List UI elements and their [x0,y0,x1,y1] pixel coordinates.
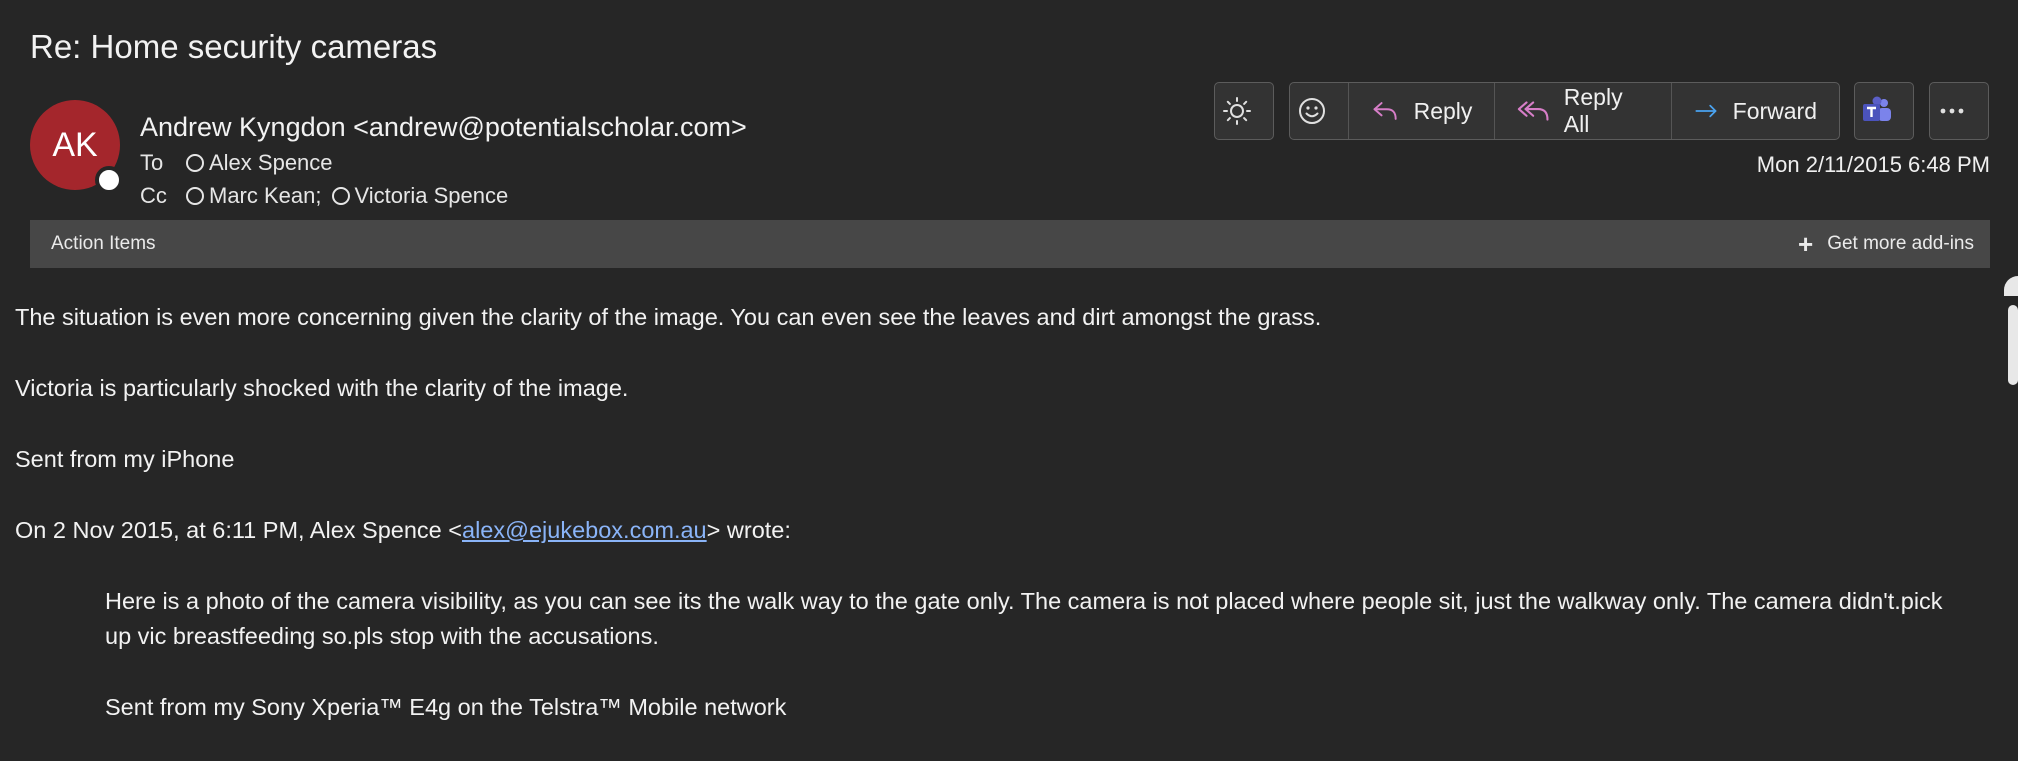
sent-datetime: Mon 2/11/2015 6:48 PM [1756,152,1990,177]
recipient-to[interactable]: Alex Spence [184,150,333,176]
reply-all-label: Reply All [1563,84,1623,137]
action-items-label[interactable]: Action Items [51,233,156,255]
message-actions-group: Reply Reply All Forward [1289,82,1840,140]
body-paragraph: Victoria is particularly shocked with th… [15,375,629,401]
quoted-message: Here is a photo of the camera visibility… [105,584,1975,725]
body-paragraph: Sent from my iPhone [15,446,235,472]
to-row: To Alex Spence [140,150,333,176]
plus-icon: + [1798,228,1814,259]
body-paragraph: The situation is even more concerning gi… [15,304,1322,330]
sender-name[interactable]: Andrew Kyngdon <andrew@potentialscholar.… [140,112,747,143]
quote-header-prefix: On 2 Nov 2015, at 6:11 PM, Alex Spence < [15,517,462,543]
scrollbar-thumb[interactable] [2008,305,2018,385]
reply-button[interactable]: Reply [1349,83,1496,139]
email-link[interactable]: alex@ejukebox.com.au [462,517,707,543]
cc-label: Cc [140,183,167,208]
recipient-name: Marc Kean; [209,183,322,208]
theme-toggle-button[interactable] [1214,82,1274,140]
sun-icon [1215,83,1273,139]
avatar-initials: AK [52,125,98,164]
reply-all-button[interactable]: Reply All [1495,83,1672,139]
recipient-cc[interactable]: Victoria Spence [330,183,509,209]
recipient-name: Victoria Spence [354,183,509,208]
to-label: To [140,150,164,175]
cc-row: Cc Marc Kean; Victoria Spence [140,183,508,209]
presence-status-icon [95,166,123,194]
forward-label: Forward [1732,97,1817,124]
reply-icon [1373,102,1398,120]
scrollbar-top[interactable] [2004,276,2018,296]
recipient-name: Alex Spence [209,150,333,175]
presence-circle-icon [186,187,204,205]
reply-all-icon [1518,101,1549,121]
forward-icon [1695,104,1717,118]
presence-circle-icon [331,187,350,205]
teams-button[interactable] [1854,82,1914,140]
forward-button[interactable]: Forward [1672,83,1839,139]
more-icon [1930,83,1988,139]
quote-paragraph: Here is a photo of the camera visibility… [105,588,1943,649]
get-more-addins-label: Get more add-ins [1827,233,1974,254]
emoji-button[interactable] [1290,83,1350,139]
quote-header: On 2 Nov 2015, at 6:11 PM, Alex Spence <… [15,513,1975,548]
quote-header-suffix: > wrote: [706,517,791,543]
recipient-cc[interactable]: Marc Kean; [184,183,322,209]
more-options-button[interactable] [1929,82,1989,140]
presence-circle-icon [186,154,204,172]
message-body: The situation is even more concerning gi… [15,300,1975,761]
emoji-icon [1299,98,1326,124]
quote-paragraph: Sent from my Sony Xperia™ E4g on the Tel… [105,694,787,720]
email-subject: Re: Home security cameras [30,28,438,65]
addin-bar: Action Items + Get more add-ins [30,220,1990,268]
reply-label: Reply [1413,97,1473,124]
teams-icon [1855,83,1913,139]
get-more-addins-button[interactable]: + Get more add-ins [1798,229,1974,260]
